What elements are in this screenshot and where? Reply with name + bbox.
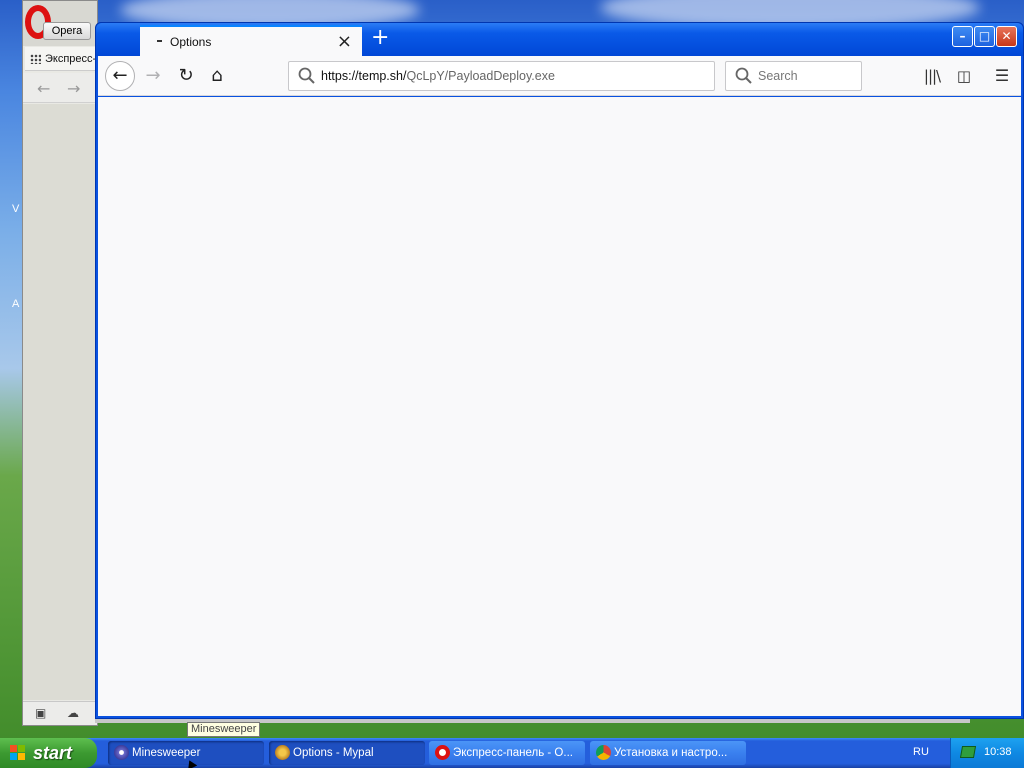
start-label: start — [33, 743, 73, 763]
taskbar-item-label: Minesweeper — [132, 747, 201, 759]
opera-footer: ▣ ☁ — [23, 701, 97, 725]
taskbar-item-label: Экспресс-панель - О... — [453, 747, 573, 759]
opera-titlebar: Opera — [23, 1, 97, 46]
windows-flag-icon — [10, 745, 26, 761]
tab-options[interactable]: Options × — [140, 25, 362, 56]
opera-forward-icon[interactable]: → — [67, 79, 80, 98]
desktop-icon-label: A — [12, 298, 20, 310]
panel-toggle-icon[interactable]: ▣ — [35, 706, 46, 720]
minimize-button[interactable]: – — [952, 26, 973, 47]
opera-menu-button[interactable]: Opera — [43, 22, 91, 40]
start-button[interactable]: start — [0, 738, 97, 768]
browser-titlebar: Options × + – □ ✕ — [96, 23, 1023, 56]
library-icon[interactable]: |||\ — [918, 61, 946, 91]
search-placeholder: Search — [758, 69, 798, 83]
language-indicator[interactable]: RU — [913, 746, 929, 758]
tab-loading-icon — [157, 40, 162, 42]
url-path: QcLpY/PayloadDeploy.exe — [406, 69, 555, 83]
maximize-button[interactable]: □ — [974, 26, 995, 47]
search-icon — [298, 67, 315, 84]
tab-title: Options — [170, 35, 212, 49]
home-button[interactable]: ⌂ — [202, 61, 232, 91]
opera-nav-bar: ← → — [23, 73, 97, 103]
opera-tab-speed-dial[interactable]: Экспресс- — [25, 47, 99, 71]
sidebar-toggle-icon[interactable]: ◫ — [950, 61, 978, 91]
taskbar-tooltip: Minesweeper — [187, 722, 261, 737]
system-tray: 10:38 — [950, 738, 1024, 768]
back-button[interactable]: ← — [105, 61, 135, 91]
browser-window: Options × + – □ ✕ ← → ↻ ⌂ https://temp.s… — [95, 22, 1024, 719]
reload-button[interactable]: ↻ — [171, 61, 201, 91]
mypal-icon — [275, 745, 290, 760]
address-bar[interactable]: https://temp.sh/QcLpY/PayloadDeploy.exe — [288, 61, 715, 91]
desktop-icon-label: V — [12, 203, 20, 215]
minesweeper-icon — [114, 745, 129, 760]
taskbar-item-chrome[interactable]: Установка и настро... — [590, 741, 746, 765]
page-content — [98, 97, 1021, 716]
forward-button[interactable]: → — [138, 61, 168, 91]
taskbar-item-label: Установка и настро... — [614, 747, 728, 759]
chrome-icon — [596, 745, 611, 760]
taskbar: start Minesweeper Options - Mypal Экспре… — [0, 738, 1024, 768]
clock[interactable]: 10:38 — [984, 746, 1012, 758]
navigation-toolbar: ← → ↻ ⌂ https://temp.sh/QcLpY/PayloadDep… — [98, 56, 1021, 96]
new-tab-icon[interactable]: + — [371, 25, 389, 50]
url-host: https://temp.sh/ — [321, 69, 407, 83]
opera-back-icon[interactable]: ← — [37, 79, 50, 98]
search-input[interactable]: Search — [725, 61, 862, 91]
cloud-icon[interactable]: ☁ — [67, 706, 79, 720]
opera-icon — [435, 745, 450, 760]
opera-window: Opera Экспресс- ← → ▣ ☁ — [22, 0, 99, 726]
address-bar-url[interactable]: https://temp.sh/QcLpY/PayloadDeploy.exe — [321, 69, 555, 83]
taskbar-item-mypal[interactable]: Options - Mypal — [269, 741, 425, 765]
tab-close-icon[interactable]: × — [337, 31, 352, 52]
close-window-button[interactable]: ✕ — [996, 26, 1017, 47]
opera-content — [23, 104, 97, 700]
speed-dial-grid-icon — [30, 54, 41, 64]
taskbar-item-opera[interactable]: Экспресс-панель - О... — [429, 741, 585, 765]
tray-app-icon[interactable] — [959, 746, 977, 758]
taskbar-item-label: Options - Mypal — [293, 747, 374, 759]
search-icon — [735, 67, 752, 84]
opera-tab-label: Экспресс- — [45, 53, 97, 65]
hamburger-menu-icon[interactable]: ☰ — [988, 61, 1016, 91]
